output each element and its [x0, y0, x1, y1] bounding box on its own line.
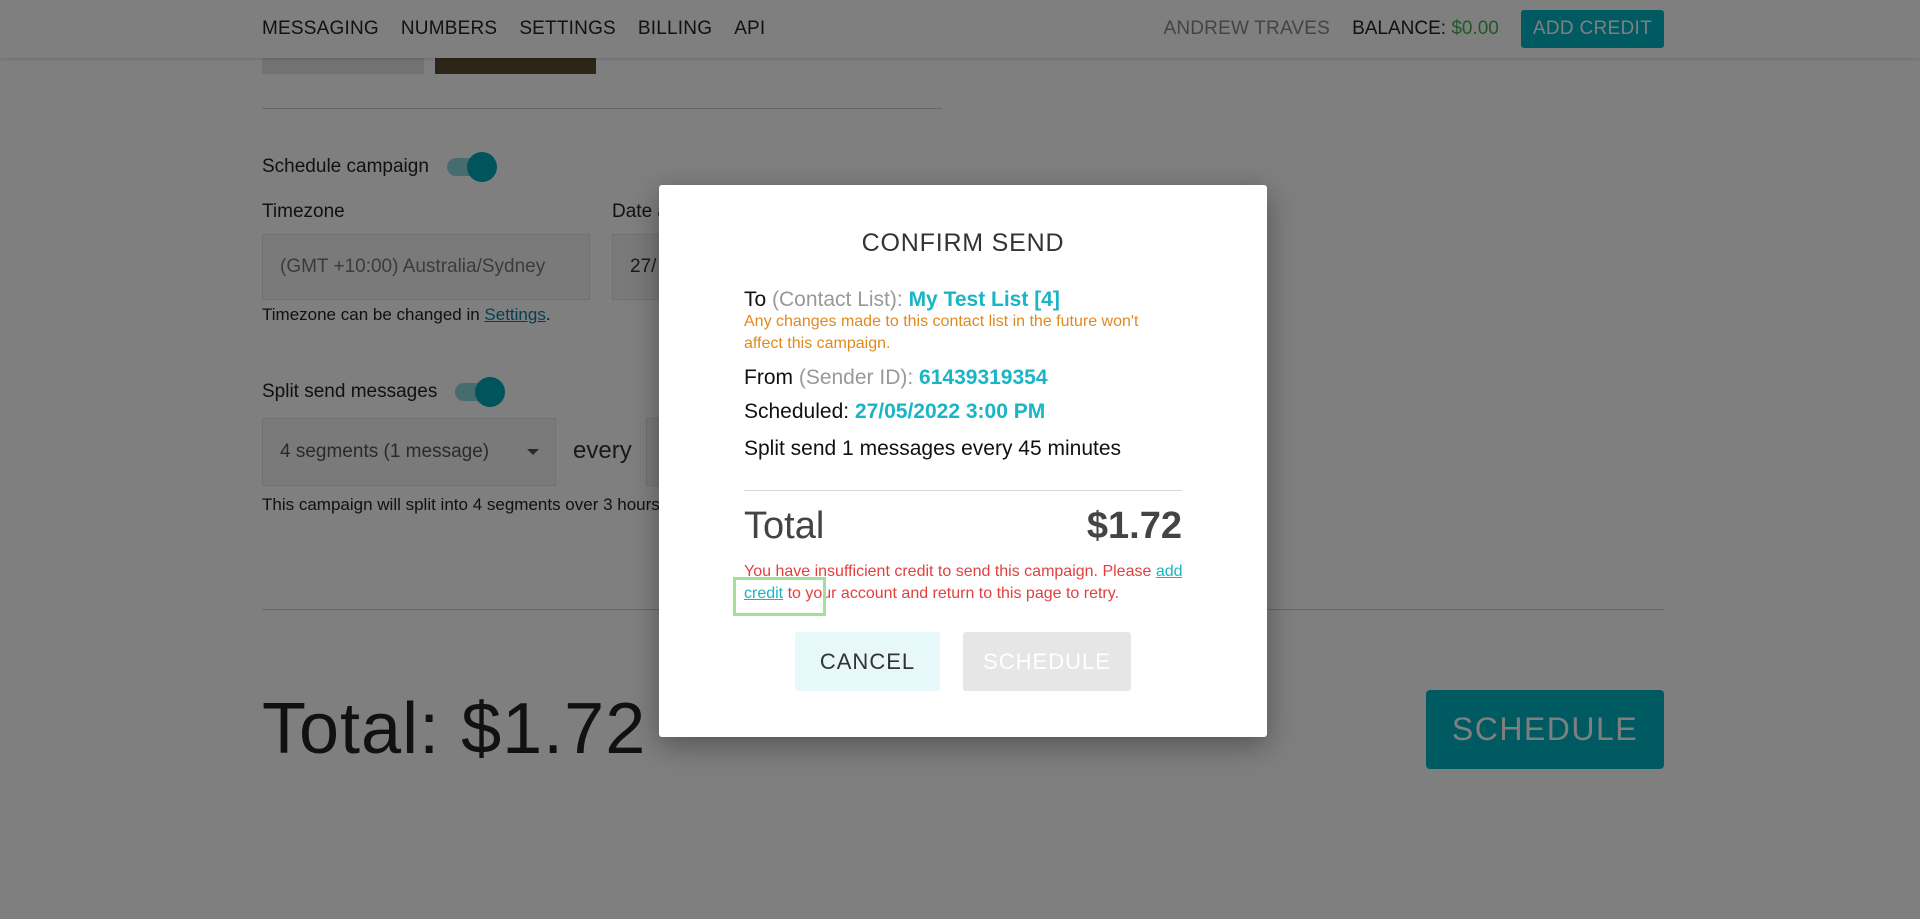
- cancel-button[interactable]: CANCEL: [795, 632, 940, 691]
- schedule-button-disabled[interactable]: SCHEDULE: [963, 632, 1131, 691]
- from-line: From (Sender ID): 61439319354: [744, 366, 1048, 390]
- dialog-title: CONFIRM SEND: [861, 229, 1065, 257]
- split-send-summary: Split send 1 messages every 45 minutes: [744, 437, 1122, 460]
- to-line: To (Contact List): My Test List [4]: [744, 288, 1060, 312]
- contact-list-name: My Test List [4]: [908, 288, 1060, 311]
- insufficient-credit-error: You have insufficient credit to send thi…: [744, 561, 1184, 605]
- to-prefix: To: [744, 288, 773, 311]
- error-text: You have insufficient credit to send thi…: [744, 563, 1156, 580]
- from-muted: (Sender ID):: [798, 366, 920, 389]
- sender-id: 61439319354: [919, 366, 1048, 389]
- total-value: $1.72: [1086, 505, 1182, 547]
- total-label: Total: [744, 505, 825, 547]
- divider: [744, 490, 1182, 491]
- scheduled-prefix: Scheduled:: [744, 400, 855, 423]
- confirm-send-dialog: CONFIRM SEND To (Contact List): My Test …: [659, 185, 1267, 737]
- scheduled-value: 27/05/2022 3:00 PM: [854, 400, 1046, 423]
- scheduled-line: Scheduled: 27/05/2022 3:00 PM: [744, 400, 1045, 424]
- to-muted: (Contact List):: [772, 288, 909, 311]
- from-prefix: From: [744, 366, 799, 389]
- contact-list-warning: Any changes made to this contact list in…: [744, 313, 1139, 352]
- error-text-suffix: to your account and return to this page …: [783, 585, 1120, 602]
